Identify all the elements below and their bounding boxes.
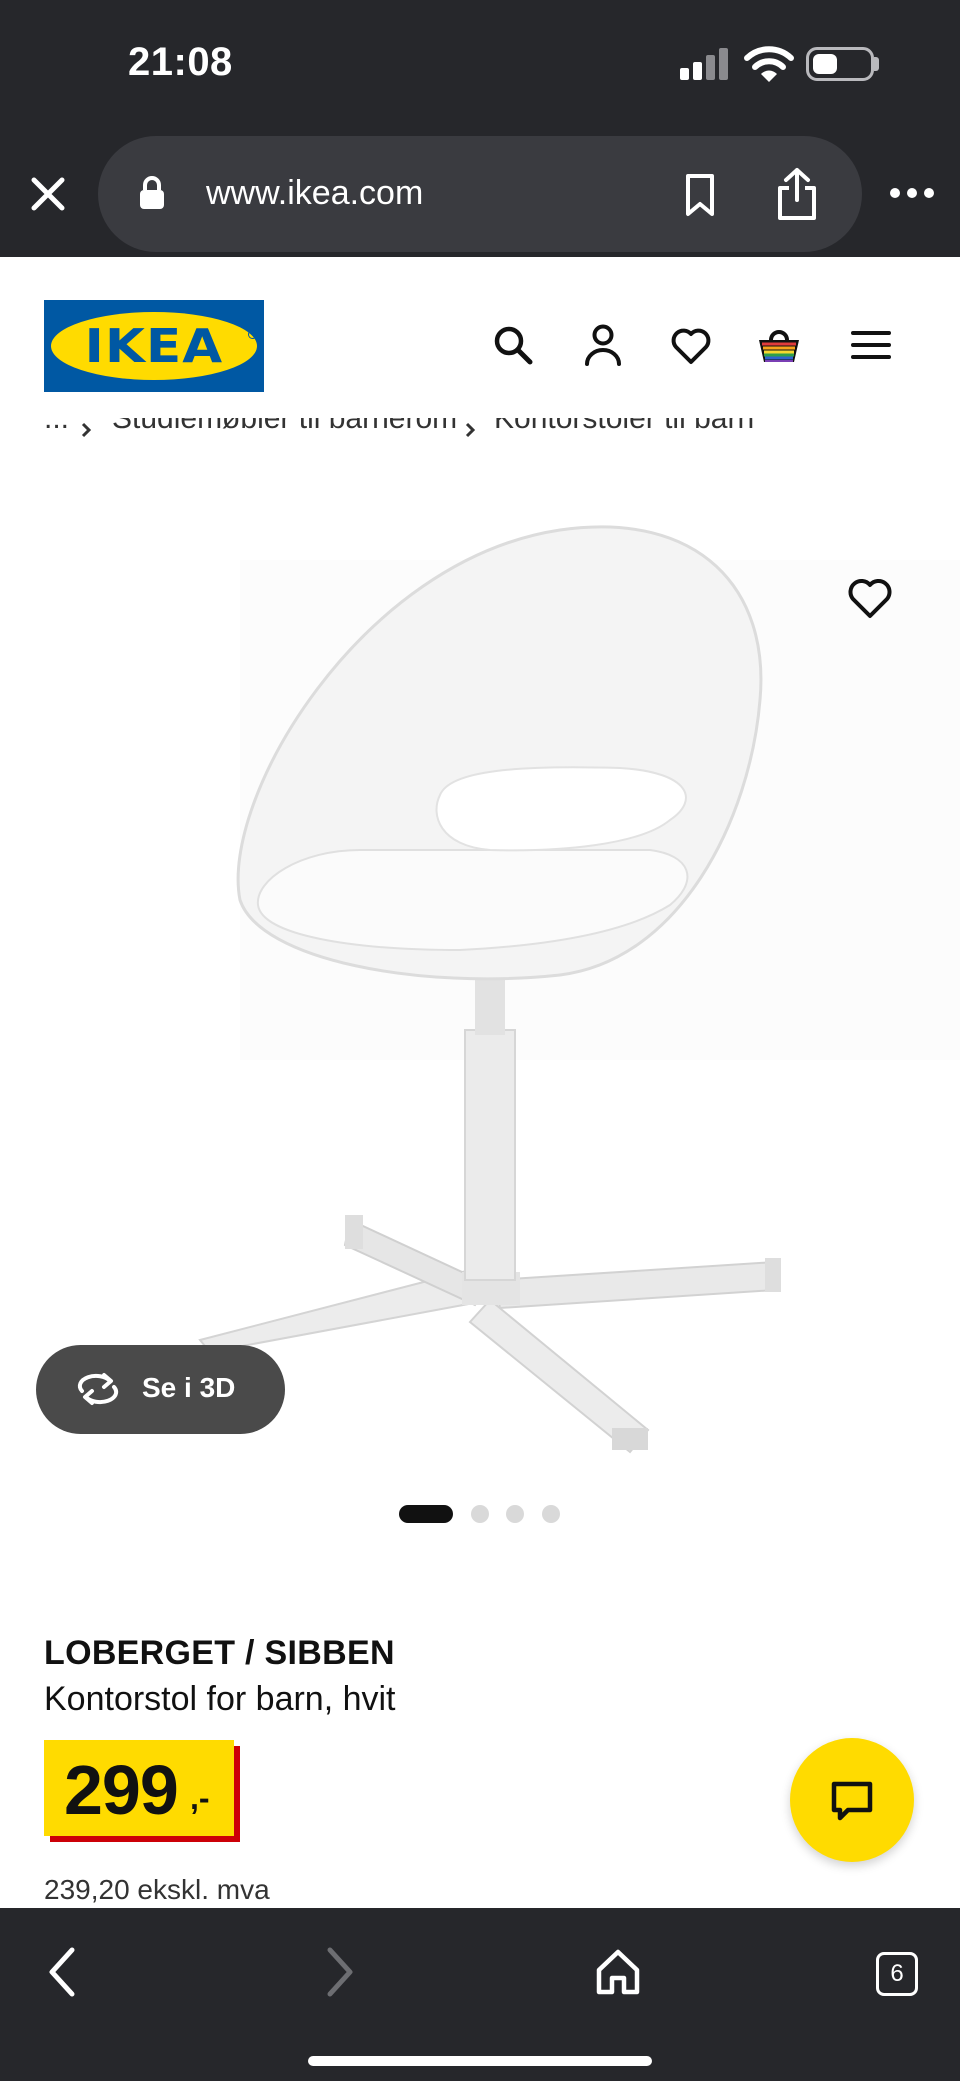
menu-icon[interactable] [848, 322, 894, 368]
battery-icon [806, 47, 874, 81]
carousel-dot[interactable] [542, 1505, 560, 1523]
breadcrumb-item[interactable]: Kontorstoler til barn [494, 418, 754, 436]
breadcrumb-ellipsis[interactable]: ... [44, 418, 69, 436]
view-3d-label: Se i 3D [142, 1372, 236, 1403]
browser-top-bar: 21:08 www.ikea.com [0, 0, 960, 257]
search-icon[interactable] [490, 322, 536, 368]
carousel-dot[interactable] [399, 1505, 453, 1523]
view-3d-button[interactable]: Se i 3D [36, 1345, 285, 1434]
price-tag: 299 ,- [44, 1740, 240, 1842]
share-icon[interactable] [774, 166, 820, 222]
close-icon[interactable] [26, 172, 70, 216]
shopping-bag-icon[interactable] [756, 322, 802, 368]
price-suffix: ,- [190, 1780, 210, 1816]
rotate-icon [77, 1373, 119, 1405]
chat-button[interactable] [790, 1738, 914, 1862]
wifi-icon [744, 46, 794, 82]
price-value: 299 [64, 1751, 179, 1829]
lock-icon [140, 176, 164, 209]
url-text: www.ikea.com [206, 174, 424, 212]
back-icon[interactable] [44, 1946, 80, 1998]
url-bar[interactable]: www.ikea.com [98, 136, 862, 252]
product-image[interactable] [0, 470, 960, 1480]
price-excl-vat: 239,20 ekskl. mva [44, 1874, 270, 1905]
breadcrumb: ... Studiemøbler til barnerom Kontorstol… [44, 418, 944, 452]
user-icon[interactable] [580, 322, 626, 368]
carousel-dot[interactable] [506, 1505, 524, 1523]
browser-bottom-bar: 6 [0, 1908, 960, 2081]
home-indicator [308, 2056, 652, 2066]
ikea-logo[interactable]: IKEA [44, 300, 264, 392]
carousel-dot[interactable] [471, 1505, 489, 1523]
breadcrumb-item[interactable]: Studiemøbler til barnerom [112, 418, 457, 436]
bookmark-icon[interactable] [680, 172, 720, 218]
heart-icon[interactable] [668, 322, 714, 368]
image-carousel-indicator [0, 1505, 960, 1525]
more-options-icon[interactable] [888, 186, 936, 200]
favorite-icon[interactable] [846, 576, 894, 620]
cellular-signal-icon [680, 48, 730, 80]
chevron-right-icon [80, 418, 92, 452]
home-icon[interactable] [594, 1946, 642, 1998]
chevron-right-icon [464, 418, 476, 452]
status-time: 21:08 [128, 40, 233, 84]
forward-icon[interactable] [322, 1946, 358, 1998]
chat-icon [831, 1781, 873, 1821]
product-description: Kontorstol for barn, hvit [44, 1680, 396, 1718]
tabs-count-button[interactable]: 6 [876, 1952, 918, 1996]
product-name: LOBERGET / SIBBEN [44, 1634, 395, 1672]
